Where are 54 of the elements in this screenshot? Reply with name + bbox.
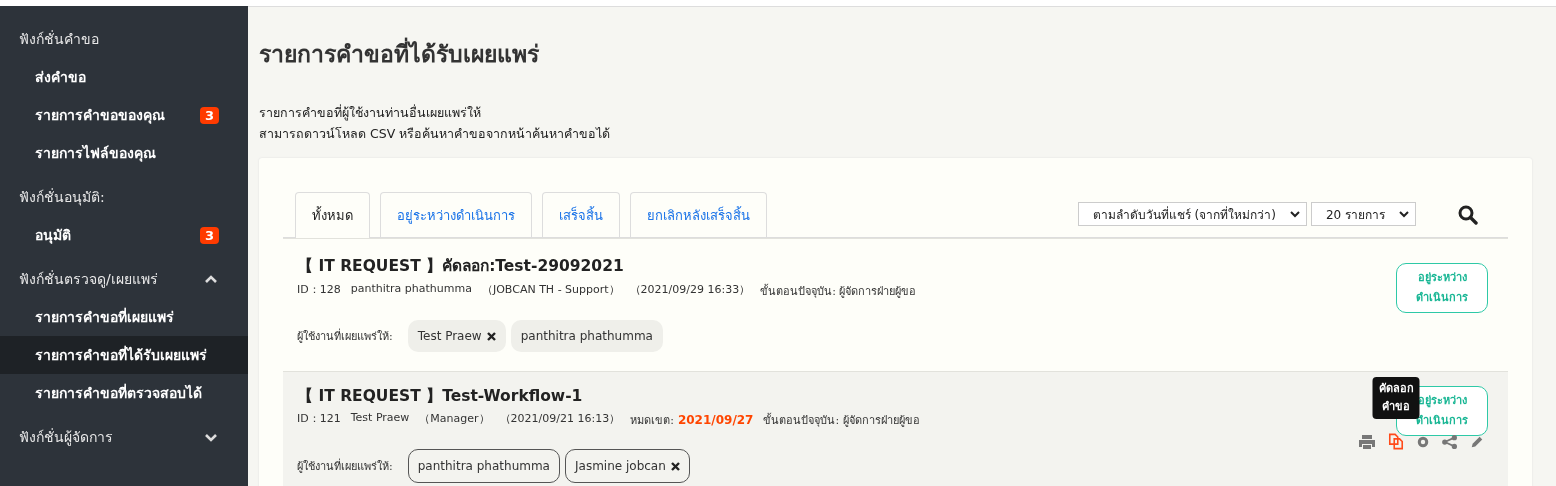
request-title[interactable]: 【 IT REQUEST 】Test-Workflow-1	[297, 386, 583, 407]
chevron-down-icon[interactable]	[204, 432, 218, 442]
caret-icon	[1289, 210, 1300, 218]
requester-role: （JOBCAN TH - Support）	[481, 282, 620, 298]
request-date: （2021/09/21 16:13）	[499, 411, 621, 427]
print-icon[interactable]	[1358, 433, 1376, 450]
requester-role: （Manager）	[419, 411, 490, 427]
sidebar-item[interactable]: รายการคำขอที่ได้รับเผยแพร่	[0, 336, 248, 374]
sidebar-section-header[interactable]: ฟังก์ชั่นคำขอ	[0, 20, 248, 58]
search-icon[interactable]	[1458, 205, 1478, 225]
page-title: รายการคำขอที่ได้รับเผยแพร่	[259, 36, 539, 72]
deadline-label: หมดเขต:	[630, 413, 674, 429]
requester-name: panthitra phathumma	[350, 282, 472, 297]
sidebar-section-header[interactable]: ฟังก์ชั่นผู้จัดการ	[0, 418, 248, 456]
request-title[interactable]: 【 IT REQUEST 】คัดลอก:Test-29092021	[297, 253, 624, 278]
sort-select[interactable]: ตามลำดับวันที่แชร์ (จากที่ใหม่กว่า)	[1077, 202, 1307, 226]
sidebar-item[interactable]: รายการคำขอที่ตรวจสอบได้	[0, 374, 248, 412]
copy-icon[interactable]	[1388, 432, 1404, 451]
current-step: ขั้นตอนปัจจุบัน: ผู้จัดการฝ่ายผู้ขอ	[763, 411, 920, 429]
shared-users-label: ผู้ใช้งานที่เผยแพร่ให้:	[297, 457, 393, 475]
requester-name: Test Praew	[350, 411, 410, 426]
sidebar-section-header[interactable]: ฟังก์ชั่นตรวจดู/เผยแพร่	[0, 260, 248, 298]
sidebar-item[interactable]: อนุมัติ 3	[0, 216, 248, 254]
remove-icon[interactable]	[670, 461, 680, 471]
sidebar-item[interactable]: รายการคำขอของคุณ 3	[0, 96, 248, 134]
sidebar-section-header[interactable]: ฟังก์ชั่นอนุมัติ:	[0, 178, 248, 216]
page-description: สามารถดาวน์โหลด CSV หรือค้นหาคำขอจากหน้าค้นหาคำขอได้	[259, 125, 611, 143]
page-size-select[interactable]: 20 รายการ	[1310, 202, 1416, 226]
filter-tab[interactable]: เสร็จสิ้น	[542, 192, 620, 237]
chevron-up-icon[interactable]	[204, 274, 218, 284]
shared-users-label: ผู้ใช้งานที่เผยแพร่ให้:	[297, 327, 393, 345]
sidebar-item[interactable]: รายการคำขอที่เผยแพร่	[0, 298, 248, 336]
count-badge: 3	[199, 106, 219, 124]
request-id: ID：121	[297, 411, 341, 427]
status-badge: อยู่ระหว่าง ดำเนินการ	[1396, 263, 1488, 313]
filter-tab[interactable]: ทั้งหมด	[295, 192, 370, 238]
user-name: panthitra phathumma	[520, 329, 653, 343]
user-name: panthitra phathumma	[417, 459, 550, 473]
pencil-icon[interactable]	[1470, 434, 1484, 449]
page-description: รายการคำขอที่ผู้ใช้งานท่านอื่นเผยแพร่ให้	[259, 103, 481, 123]
user-name: Test Praew	[417, 329, 482, 343]
request-row[interactable]	[283, 371, 1508, 486]
filter-tab[interactable]: อยู่ระหว่างดำเนินการ	[380, 192, 532, 237]
remove-icon[interactable]	[486, 331, 496, 341]
request-id: ID：128	[297, 282, 341, 298]
count-badge: 3	[199, 226, 219, 244]
user-name: Jasmine jobcan	[575, 459, 666, 473]
current-step: ขั้นตอนปัจจุบัน: ผู้จัดการฝ่ายผู้ขอ	[760, 282, 917, 300]
sidebar-item[interactable]: รายการไฟล์ของคุณ	[0, 134, 248, 172]
caret-icon	[1399, 210, 1409, 218]
deadline-date: 2021/09/27	[677, 413, 754, 427]
filter-tab[interactable]: ยกเลิกหลังเสร็จสิ้น	[630, 192, 767, 237]
request-date: （2021/09/29 16:33）	[629, 282, 751, 298]
sidebar-item[interactable]: ส่งคำขอ	[0, 58, 248, 96]
